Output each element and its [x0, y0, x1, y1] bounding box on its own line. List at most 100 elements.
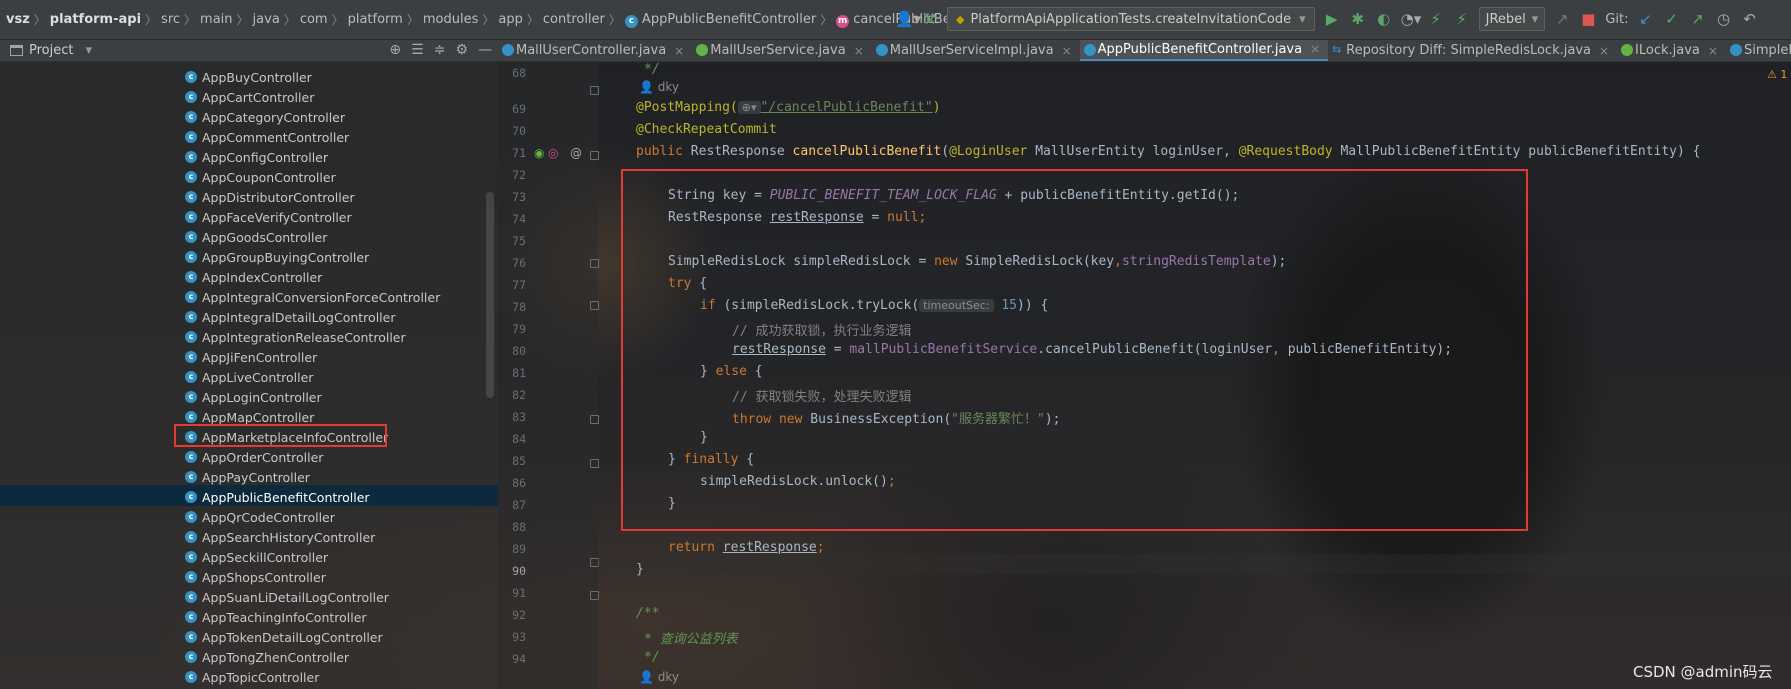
- history-icon[interactable]: ◷: [1714, 10, 1732, 28]
- profile-icon[interactable]: ◔▾: [1401, 10, 1422, 28]
- tab-app-public-benefit-controller[interactable]: AppPublicBenefitController.java ×: [1079, 40, 1329, 61]
- breadcrumb-main[interactable]: main: [196, 12, 236, 27]
- tree-item[interactable]: c AppIntegralConversionForceController: [185, 287, 440, 307]
- tab-mall-user-service-impl[interactable]: MallUserServiceImpl.java ×: [872, 40, 1080, 61]
- close-icon[interactable]: ×: [1062, 44, 1072, 58]
- fold-marker-icon[interactable]: [590, 151, 599, 160]
- tree-item[interactable]: c AppPublicBenefitController: [185, 487, 370, 507]
- tree-item[interactable]: c AppShopsController: [185, 567, 326, 587]
- fold-marker-icon[interactable]: [590, 301, 599, 310]
- tree-item[interactable]: c AppConfigController: [185, 147, 328, 167]
- tab-repository-diff[interactable]: ⇆ Repository Diff: SimpleRedisLock.java ×: [1328, 40, 1617, 61]
- tree-item[interactable]: c AppTeachingInfoController: [185, 607, 367, 627]
- git-update-icon[interactable]: ↙: [1636, 10, 1654, 28]
- tree-item[interactable]: c AppTokenDetailLogController: [185, 627, 383, 647]
- stop-icon[interactable]: ■: [1579, 10, 1597, 28]
- fold-marker-icon[interactable]: [590, 259, 599, 268]
- collapse-all-icon[interactable]: ≑: [434, 42, 446, 58]
- tree-item[interactable]: c AppCartController: [185, 87, 314, 107]
- class-icon: c: [185, 251, 197, 263]
- endpoint-icon[interactable]: ◎: [548, 146, 558, 160]
- tree-item[interactable]: c AppOrderController: [185, 447, 323, 467]
- breadcrumb-java[interactable]: java: [249, 12, 284, 27]
- breadcrumb-platform[interactable]: platform: [344, 12, 407, 27]
- close-icon[interactable]: ×: [1599, 44, 1609, 58]
- tree-item[interactable]: c AppCouponController: [185, 167, 336, 187]
- fold-marker-icon[interactable]: [590, 459, 599, 468]
- close-icon[interactable]: ×: [1310, 42, 1320, 56]
- jrebel-select[interactable]: JRebel ▾: [1478, 7, 1546, 31]
- tree-item[interactable]: c AppCategoryController: [185, 107, 345, 127]
- jrebel-debug-icon[interactable]: ⚡: [1453, 10, 1471, 28]
- close-icon[interactable]: ×: [674, 44, 684, 58]
- fold-marker-icon[interactable]: [590, 86, 599, 95]
- tree-item[interactable]: c AppFaceVerifyController: [185, 207, 352, 227]
- tree-item[interactable]: c AppTopicController: [185, 667, 319, 687]
- tab-mall-user-controller[interactable]: MallUserController.java ×: [498, 40, 692, 61]
- code-line-69: @PostMapping(⊕▾ "/cancelPublicBenefit"): [636, 100, 941, 115]
- tree-item[interactable]: c AppCommentController: [185, 127, 349, 147]
- annotation-marker-icon[interactable]: @: [570, 146, 582, 160]
- line-number: 86: [512, 476, 526, 490]
- tree-item[interactable]: c AppIntegrationReleaseController: [185, 327, 406, 347]
- git-push-icon[interactable]: ↗: [1688, 10, 1706, 28]
- breadcrumb-class[interactable]: c AppPublicBenefitController: [621, 12, 820, 28]
- attach-icon[interactable]: ↗: [1553, 10, 1571, 28]
- tree-item[interactable]: c AppGoodsController: [185, 227, 327, 247]
- code-line-93: * 查询公益列表: [644, 628, 738, 647]
- run-configuration-label: PlatformApiApplicationTests.createInvita…: [970, 11, 1292, 27]
- tab-ilock[interactable]: ILock.java ×: [1617, 40, 1726, 61]
- breadcrumb-root[interactable]: vsz: [2, 12, 34, 27]
- breadcrumb-com[interactable]: com: [296, 12, 332, 27]
- tree-item[interactable]: c AppIntegralDetailLogController: [185, 307, 395, 327]
- close-icon[interactable]: ×: [1708, 44, 1718, 58]
- jrebel-run-icon[interactable]: ⚡: [1427, 10, 1445, 28]
- tree-item-label: AppFaceVerifyController: [202, 209, 352, 225]
- fold-marker-icon[interactable]: [590, 591, 599, 600]
- close-icon[interactable]: ×: [854, 44, 864, 58]
- tree-item[interactable]: c AppJiFenController: [185, 347, 317, 367]
- locate-icon[interactable]: ⊕: [389, 42, 401, 58]
- line-number: 87: [512, 498, 526, 512]
- user-icon[interactable]: 👤▾: [895, 10, 921, 28]
- tree-item[interactable]: c AppIndexController: [185, 267, 322, 287]
- warning-indicator[interactable]: ⚠ 1: [1767, 68, 1787, 81]
- debug-icon[interactable]: ✱: [1349, 10, 1367, 28]
- project-title: Project: [29, 43, 74, 58]
- tree-item[interactable]: c AppPayController: [185, 467, 310, 487]
- project-view-select[interactable]: Project ▾: [10, 43, 92, 58]
- tab-simple-redis-lock[interactable]: SimpleRedisLock.java: [1726, 40, 1791, 61]
- tab-mall-user-service[interactable]: MallUserService.java ×: [692, 40, 872, 61]
- tree-item[interactable]: c AppLiveController: [185, 367, 313, 387]
- breadcrumb-module[interactable]: platform-api: [46, 12, 145, 27]
- tree-item[interactable]: c AppSeckillController: [185, 547, 328, 567]
- breadcrumb-modules[interactable]: modules: [419, 12, 483, 27]
- git-commit-icon[interactable]: ✓: [1662, 10, 1680, 28]
- expand-all-icon[interactable]: ☰: [411, 42, 424, 58]
- tree-item[interactable]: c AppSearchHistoryController: [185, 527, 375, 547]
- breadcrumb-app[interactable]: app: [494, 12, 526, 27]
- gear-icon[interactable]: ⚙: [455, 42, 468, 58]
- tree-item[interactable]: c AppLoginController: [185, 387, 322, 407]
- tree-item[interactable]: c AppBuyController: [185, 67, 312, 87]
- breadcrumb-controller[interactable]: controller: [539, 12, 609, 27]
- tree-item[interactable]: c AppDistributorController: [185, 187, 355, 207]
- run-icon[interactable]: ▶: [1323, 10, 1341, 28]
- run-configuration-select[interactable]: ◆ PlatformApiApplicationTests.createInvi…: [947, 7, 1315, 31]
- tree-item[interactable]: c AppGroupBuyingController: [185, 247, 369, 267]
- hide-icon[interactable]: —: [478, 42, 492, 58]
- globe-icon[interactable]: ⊕▾: [737, 101, 761, 114]
- tree-item[interactable]: c AppQrCodeController: [185, 507, 335, 527]
- tree-item[interactable]: c AppSuanLiDetailLogController: [185, 587, 389, 607]
- coverage-icon[interactable]: ◐: [1375, 10, 1393, 28]
- tree-item[interactable]: c AppTongZhenController: [185, 647, 349, 667]
- class-icon: [1729, 43, 1742, 56]
- class-icon: c: [185, 471, 197, 483]
- build-hammer-icon[interactable]: ⚒: [921, 10, 939, 28]
- breadcrumb-src[interactable]: src: [157, 12, 184, 27]
- tree-scrollbar[interactable]: [486, 192, 494, 398]
- rollback-icon[interactable]: ↶: [1740, 10, 1758, 28]
- fold-marker-icon[interactable]: [590, 415, 599, 424]
- mapping-path[interactable]: "/cancelPublicBenefit": [761, 100, 933, 115]
- spring-bean-icon[interactable]: ◉: [534, 146, 544, 160]
